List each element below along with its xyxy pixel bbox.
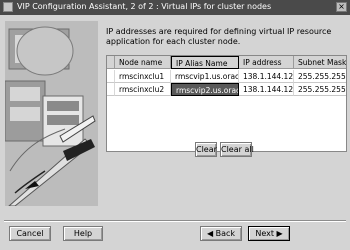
next-button-label: Next [255,229,274,238]
column-header-ip-alias-name[interactable]: IP Alias Name [171,56,239,69]
node-name-cell[interactable]: rmscinxclu1 [115,70,171,83]
cancel-button[interactable]: Cancel [9,226,51,241]
clear-button[interactable]: Clear [195,142,217,157]
help-button[interactable]: Help [63,226,103,241]
node-name-cell[interactable]: rmscinxclu2 [115,83,171,96]
column-header-node-name[interactable]: Node name [115,56,171,69]
back-arrow-icon: ◀ [206,229,214,238]
column-header-subnet-mask[interactable]: Subnet Mask [294,56,346,69]
back-button-label: Back [215,229,236,238]
vip-table: Node name IP Alias Name IP address Subne… [106,55,347,152]
wizard-illustration [5,21,98,206]
subnet-mask-cell[interactable]: 255.255.255.0 [294,83,346,96]
back-button[interactable]: ◀ Back [200,226,242,241]
title-bar: VIP Configuration Assistant, 2 of 2 : Vi… [0,0,350,15]
header-corner [107,56,115,69]
instructions-text: IP addresses are required for defining v… [106,27,332,46]
next-button[interactable]: Next ▶ [248,226,290,241]
row-marker [107,83,115,96]
window-title: VIP Configuration Assistant, 2 of 2 : Vi… [17,2,272,11]
ip-address-cell[interactable]: 138.1.144.128 [239,83,294,96]
ip-alias-cell[interactable]: rmscvip1.us.oracl... [171,70,239,83]
footer-divider [4,220,346,222]
subnet-mask-cell[interactable]: 255.255.255.0 [294,70,346,83]
app-icon [3,2,13,12]
column-header-ip-address[interactable]: IP address [239,56,294,69]
dialog-body: IP addresses are required for defining v… [0,15,350,250]
ip-address-cell[interactable]: 138.1.144.125 [239,70,294,83]
close-window-button[interactable]: × [336,2,347,12]
clear-all-button[interactable]: Clear all [220,142,254,157]
ip-alias-cell-selected[interactable]: rmscvip2.us.oracl... [171,83,239,96]
row-marker [107,70,115,83]
next-arrow-icon: ▶ [276,229,283,238]
